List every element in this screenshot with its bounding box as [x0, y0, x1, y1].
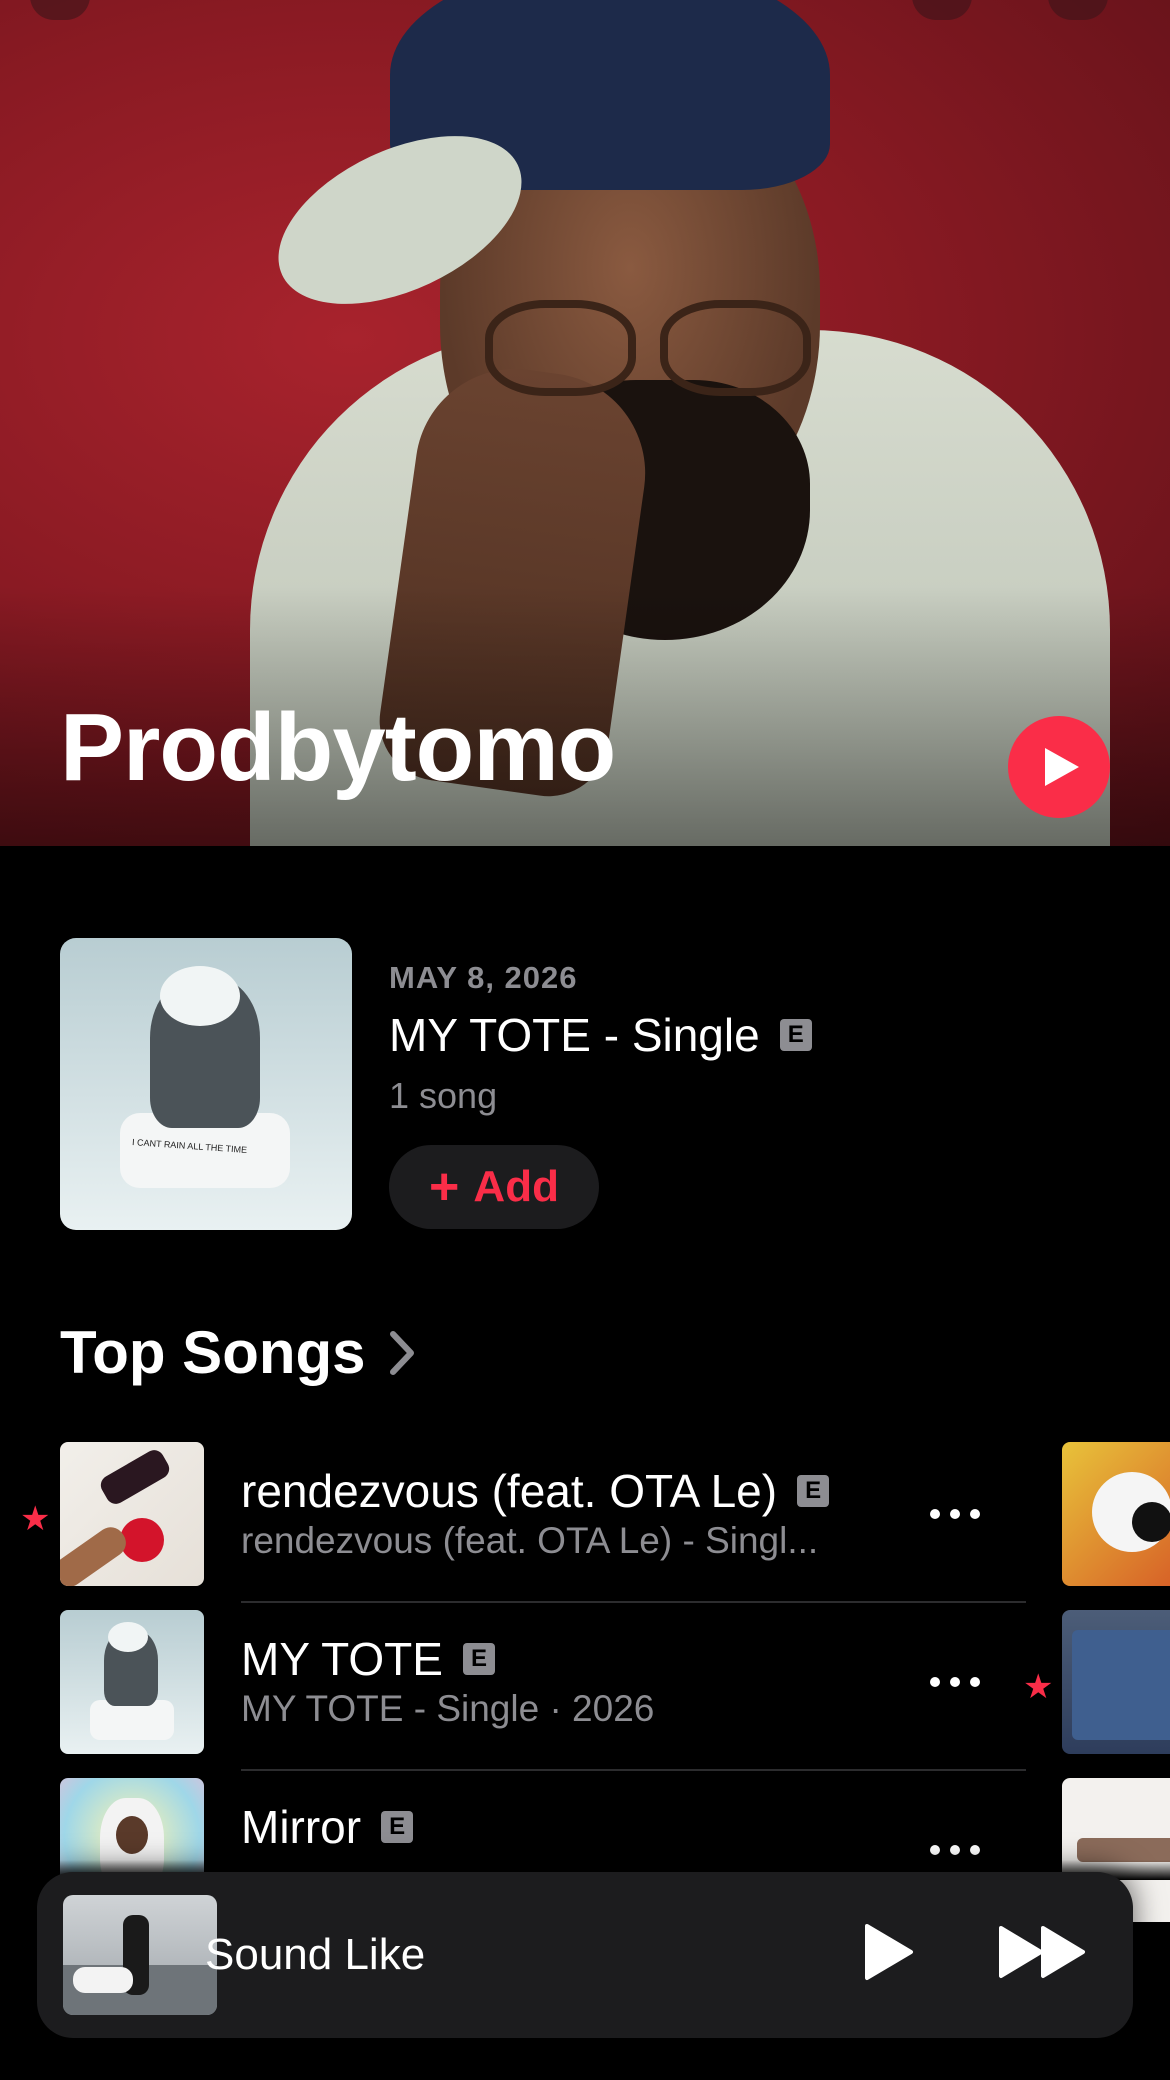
play-button[interactable] — [863, 1922, 915, 1987]
release-date: MAY 8, 2026 — [389, 960, 578, 995]
explicit-badge: E — [462, 1643, 495, 1675]
mini-player[interactable]: Sound Like — [37, 1872, 1133, 2038]
more-button[interactable] — [920, 1494, 990, 1534]
song-title: Mirror E — [241, 1800, 414, 1854]
song-title-text: Mirror — [241, 1801, 362, 1853]
play-icon — [1045, 748, 1079, 786]
song-artwork-peek — [1062, 1442, 1170, 1586]
release-title-text: MY TOTE - Single — [389, 1009, 760, 1061]
song-subtitle: rendezvous (feat. OTA Le) - Singl... — [241, 1520, 819, 1561]
explicit-badge: E — [779, 1019, 812, 1051]
top-songs-header[interactable]: Top Songs — [60, 1318, 416, 1387]
now-playing-title: Sound Like — [205, 1930, 426, 1979]
song-row[interactable]: ★ rendezvous (feat. OTA Le) E rendezvous… — [0, 1442, 1170, 1610]
explicit-badge: E — [381, 1811, 414, 1843]
release-artwork[interactable]: I CANT RAIN ALL THE TIME — [60, 938, 352, 1230]
explicit-badge: E — [797, 1475, 830, 1507]
play-icon — [865, 1924, 913, 1980]
artist-name: Prodbytomo — [60, 694, 616, 801]
ellipsis-icon — [930, 1845, 980, 1855]
divider — [241, 1601, 1026, 1603]
song-artwork — [60, 1610, 204, 1754]
top-songs-title: Top Songs — [60, 1319, 366, 1386]
song-title-text: rendezvous (feat. OTA Le) — [241, 1465, 778, 1517]
ellipsis-icon — [930, 1509, 980, 1519]
song-artwork — [60, 1442, 204, 1586]
play-artist-button[interactable] — [1008, 716, 1110, 818]
song-title: rendezvous (feat. OTA Le) E — [241, 1464, 830, 1518]
song-title-text: MY TOTE — [241, 1633, 443, 1685]
chevron-right-icon — [389, 1330, 414, 1375]
plus-icon: + — [429, 1158, 460, 1216]
add-label: Add — [473, 1162, 559, 1211]
song-row[interactable]: MY TOTE E MY TOTE - Single · 2026 ★ — [0, 1610, 1170, 1778]
add-button[interactable]: + Add — [389, 1145, 599, 1229]
latest-release[interactable]: I CANT RAIN ALL THE TIME MAY 8, 2026 MY … — [60, 938, 1110, 1230]
release-title: MY TOTE - Single E — [389, 1008, 812, 1062]
release-song-count: 1 song — [389, 1075, 498, 1116]
song-title: MY TOTE E — [241, 1632, 495, 1686]
fast-forward-icon — [999, 1926, 1085, 1978]
star-icon: ★ — [20, 1500, 51, 1538]
song-subtitle: MY TOTE - Single · 2026 — [241, 1688, 655, 1729]
more-button[interactable] — [920, 1662, 990, 1702]
now-playing-artwork — [63, 1895, 217, 2015]
next-track-button[interactable] — [997, 1924, 1089, 1985]
ellipsis-icon — [930, 1677, 980, 1687]
song-artwork-peek — [1062, 1610, 1170, 1754]
divider — [241, 1769, 1026, 1771]
star-icon: ★ — [1023, 1668, 1054, 1706]
